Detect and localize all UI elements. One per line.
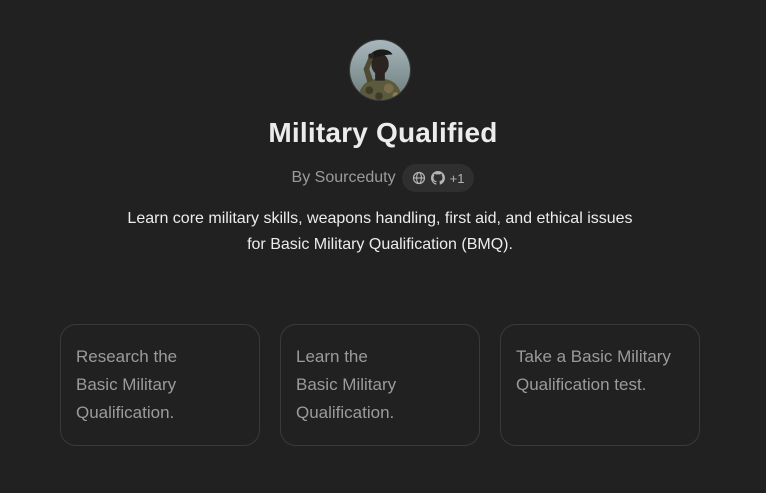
gpt-description: Learn core military skills, weapons hand… [100, 206, 660, 258]
gpt-title: Military Qualified [268, 117, 498, 148]
gpt-avatar [349, 39, 411, 101]
author-label: By Sourceduty [291, 169, 396, 186]
starter-text-line: Research the [76, 347, 178, 366]
starter-text-line: Take a Basic Military [516, 347, 671, 366]
starter-text-line: Qualification test. [516, 375, 647, 394]
starter-text-line: Basic Military [296, 375, 397, 394]
author-links-badge[interactable]: +1 [401, 164, 475, 192]
byline: By Sourceduty +1 [0, 164, 766, 192]
conversation-starter-research[interactable]: Research the Basic Military Qualificatio… [60, 324, 260, 446]
conversation-starter-learn[interactable]: Learn the Basic Military Qualification. [280, 324, 480, 446]
starter-text-line: Basic Military [76, 375, 177, 394]
globe-icon [412, 171, 425, 185]
extra-links-count: +1 [449, 170, 465, 186]
starter-text-line: Learn the [296, 347, 368, 366]
gpt-intro-page: Military Qualified By Sourceduty +1 Lear… [0, 0, 766, 493]
conversation-starter-test[interactable]: Take a Basic Military Qualification test… [500, 324, 700, 446]
soldier-saluting-avatar-icon [350, 40, 410, 100]
description-line-2: for Basic Military Qualification (BMQ). [247, 236, 513, 253]
github-icon [430, 171, 445, 185]
starter-text-line: Qualification. [296, 403, 395, 422]
description-line-1: Learn core military skills, weapons hand… [127, 210, 633, 227]
starter-text-line: Qualification. [76, 403, 175, 422]
